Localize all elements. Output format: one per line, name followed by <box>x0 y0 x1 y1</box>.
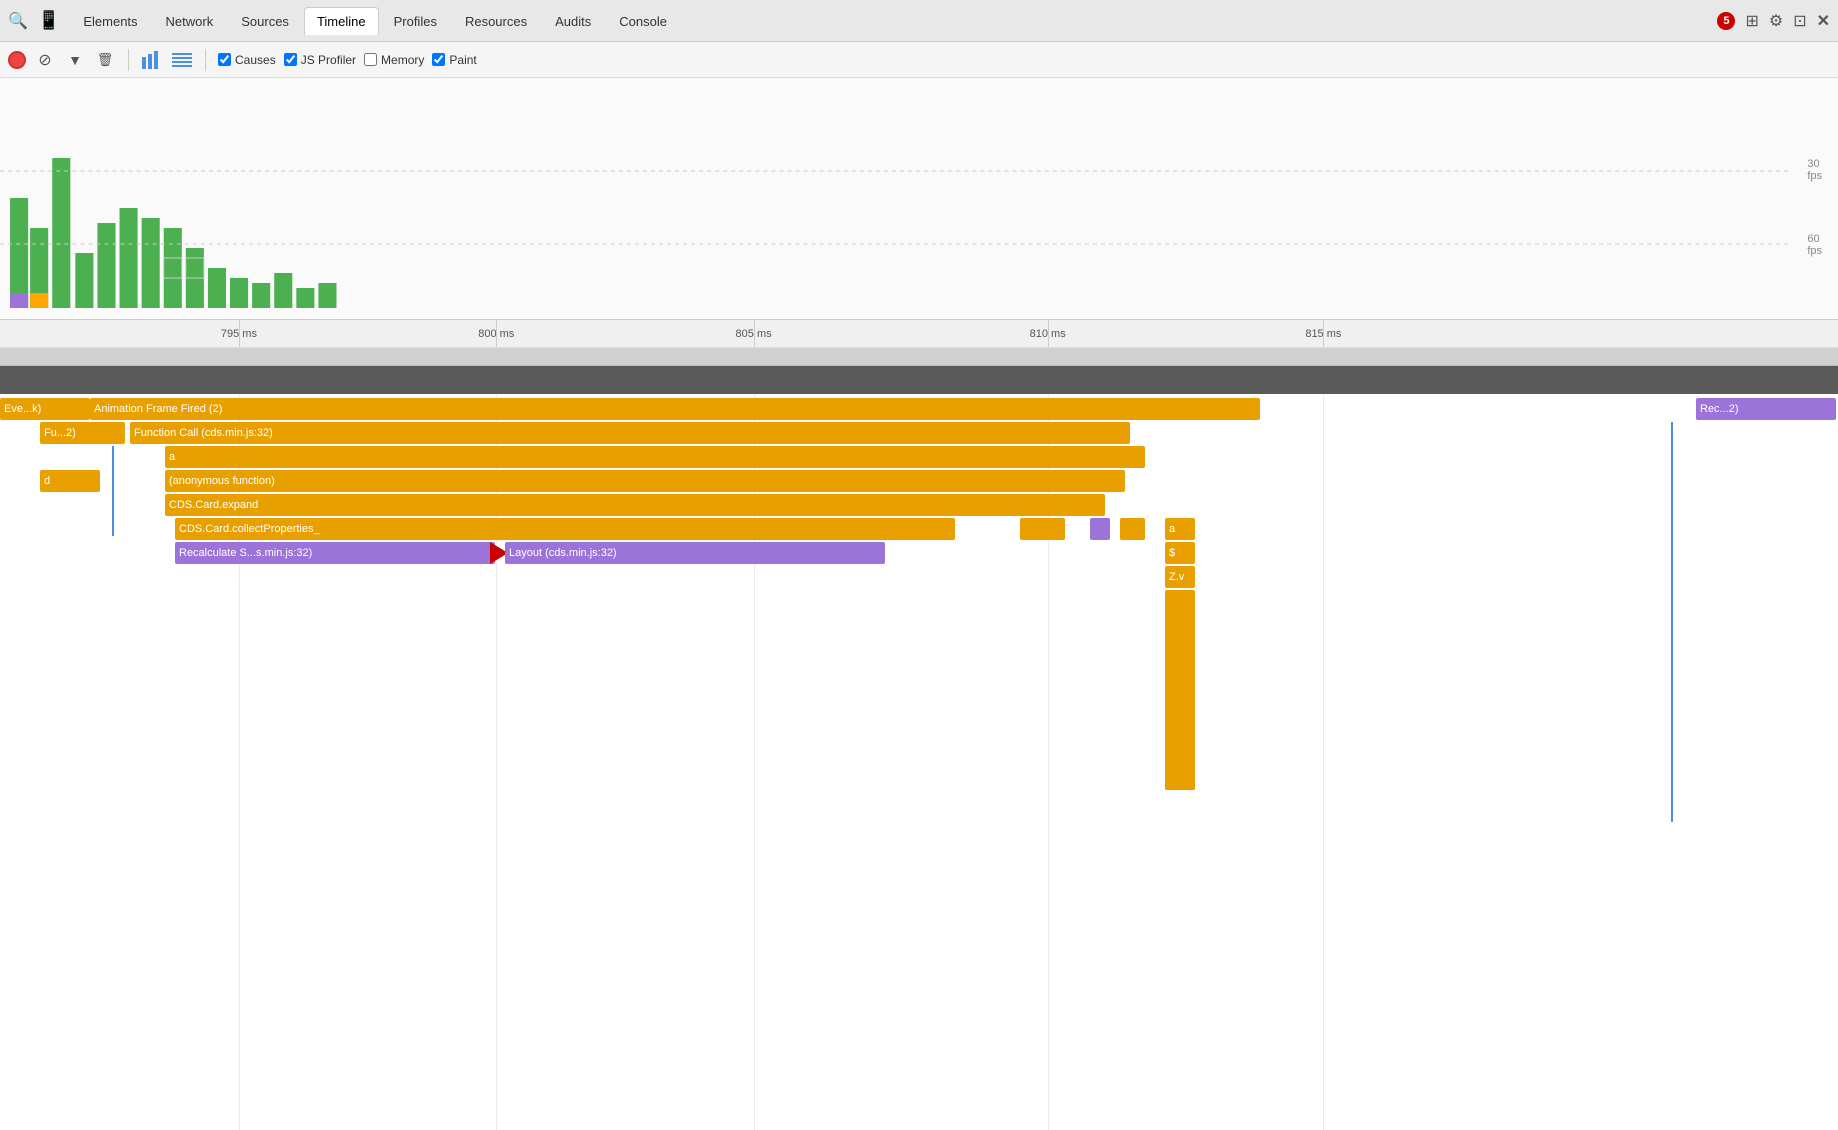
tab-timeline[interactable]: Timeline <box>304 7 379 35</box>
flame-chart-body[interactable]: Eve...k) Animation Frame Fired (2) Rec..… <box>0 394 1838 1130</box>
tab-console[interactable]: Console <box>606 7 680 35</box>
devtools-right-icons: 5 ⊞ ⚙ ⊡ ✕ <box>1717 11 1830 31</box>
causes-checkbox-label[interactable]: Causes <box>218 53 276 67</box>
flame-rec-2[interactable]: Rec...2) <box>1696 398 1836 420</box>
filter-button[interactable]: ▼ <box>64 49 86 71</box>
flame-chart-icon[interactable] <box>171 49 193 71</box>
flame-eve-k[interactable]: Eve...k) <box>0 398 90 420</box>
flame-chart-header <box>0 366 1838 394</box>
devtools-tabs: 🔍 📱 Elements Network Sources Timeline Pr… <box>0 0 1838 42</box>
tall-blue-line <box>1671 422 1673 822</box>
flame-cds-card-expand[interactable]: CDS.Card.expand <box>165 494 1105 516</box>
dock-icon[interactable]: ⊡ <box>1793 11 1806 31</box>
tab-network[interactable]: Network <box>153 7 227 35</box>
time-ruler: 795 ms 800 ms 805 ms 810 ms 815 ms <box>0 319 1838 347</box>
record-button[interactable] <box>8 51 26 69</box>
causes-label: Causes <box>235 53 276 67</box>
timeline-content: 30 fps 60 fps 795 ms 800 ms 805 ms 810 m… <box>0 78 1838 1130</box>
flame-blue-line <box>112 446 114 536</box>
flame-zv[interactable]: Z.v <box>1165 566 1195 588</box>
flame-recalculate-style[interactable]: Recalculate S...s.min.js:32) <box>175 542 495 564</box>
flame-a-row2[interactable]: a <box>165 446 1145 468</box>
bar-chart-icon[interactable] <box>141 49 163 71</box>
flame-d[interactable]: d <box>40 470 100 492</box>
grid-line-800 <box>496 320 497 347</box>
memory-checkbox[interactable] <box>364 53 377 66</box>
flame-function-call[interactable]: Function Call (cds.min.js:32) <box>130 422 1130 444</box>
tab-audits[interactable]: Audits <box>542 7 604 35</box>
causes-checkbox[interactable] <box>218 53 231 66</box>
flame-dollar[interactable]: $ <box>1165 542 1195 564</box>
flame-tall-column[interactable] <box>1165 590 1195 790</box>
delete-button[interactable]: 🗑 <box>94 49 116 71</box>
close-icon[interactable]: ✕ <box>1817 11 1830 31</box>
timeline-toolbar: ⊘ ▼ 🗑 Causes JS Profiler Memory Paint <box>0 42 1838 78</box>
overview-chart <box>0 98 1788 318</box>
flame-collect-properties[interactable]: CDS.Card.collectProperties_ <box>175 518 955 540</box>
tab-elements[interactable]: Elements <box>70 7 150 35</box>
tab-sources[interactable]: Sources <box>228 7 302 35</box>
paint-checkbox-label[interactable]: Paint <box>432 53 476 67</box>
flame-fu-2[interactable]: Fu...2) <box>40 422 125 444</box>
memory-checkbox-label[interactable]: Memory <box>364 53 424 67</box>
overview-area[interactable]: 30 fps 60 fps 795 ms 800 ms 805 ms 810 m… <box>0 78 1838 348</box>
flame-small-purple[interactable] <box>1090 518 1110 540</box>
flame-small-1[interactable] <box>1020 518 1065 540</box>
flame-animation-frame[interactable]: Animation Frame Fired (2) <box>90 398 1260 420</box>
paint-label: Paint <box>449 53 476 67</box>
fps-60-label: 60 fps <box>1807 233 1822 257</box>
js-profiler-checkbox[interactable] <box>284 53 297 66</box>
flame-small-2[interactable] <box>1120 518 1145 540</box>
fps-30-label: 30 fps <box>1807 158 1822 182</box>
grid-line-810 <box>1048 320 1049 347</box>
error-count-badge: 5 <box>1717 12 1735 30</box>
device-icon[interactable]: 📱 <box>38 10 60 31</box>
settings-icon[interactable]: ⚙ <box>1769 11 1783 31</box>
separator-2 <box>205 49 206 71</box>
grid-line-805 <box>754 320 755 347</box>
grid-line-815 <box>1323 320 1324 347</box>
paint-checkbox[interactable] <box>432 53 445 66</box>
separator-1 <box>128 49 129 71</box>
tab-resources[interactable]: Resources <box>452 7 540 35</box>
flame-layout[interactable]: Layout (cds.min.js:32) <box>505 542 885 564</box>
tab-profiles[interactable]: Profiles <box>381 7 450 35</box>
js-profiler-checkbox-label[interactable]: JS Profiler <box>284 53 356 67</box>
separator-bar <box>0 348 1838 366</box>
flame-grid-815 <box>1323 394 1324 1130</box>
flame-a-right[interactable]: a <box>1165 518 1195 540</box>
console-drawer-icon[interactable]: ⊞ <box>1745 11 1758 31</box>
flame-anonymous[interactable]: (anonymous function) <box>165 470 1125 492</box>
js-profiler-label: JS Profiler <box>301 53 356 67</box>
memory-label: Memory <box>381 53 424 67</box>
grid-line-795 <box>239 320 240 347</box>
stop-button[interactable]: ⊘ <box>34 49 56 71</box>
search-icon[interactable]: 🔍 <box>8 11 28 31</box>
